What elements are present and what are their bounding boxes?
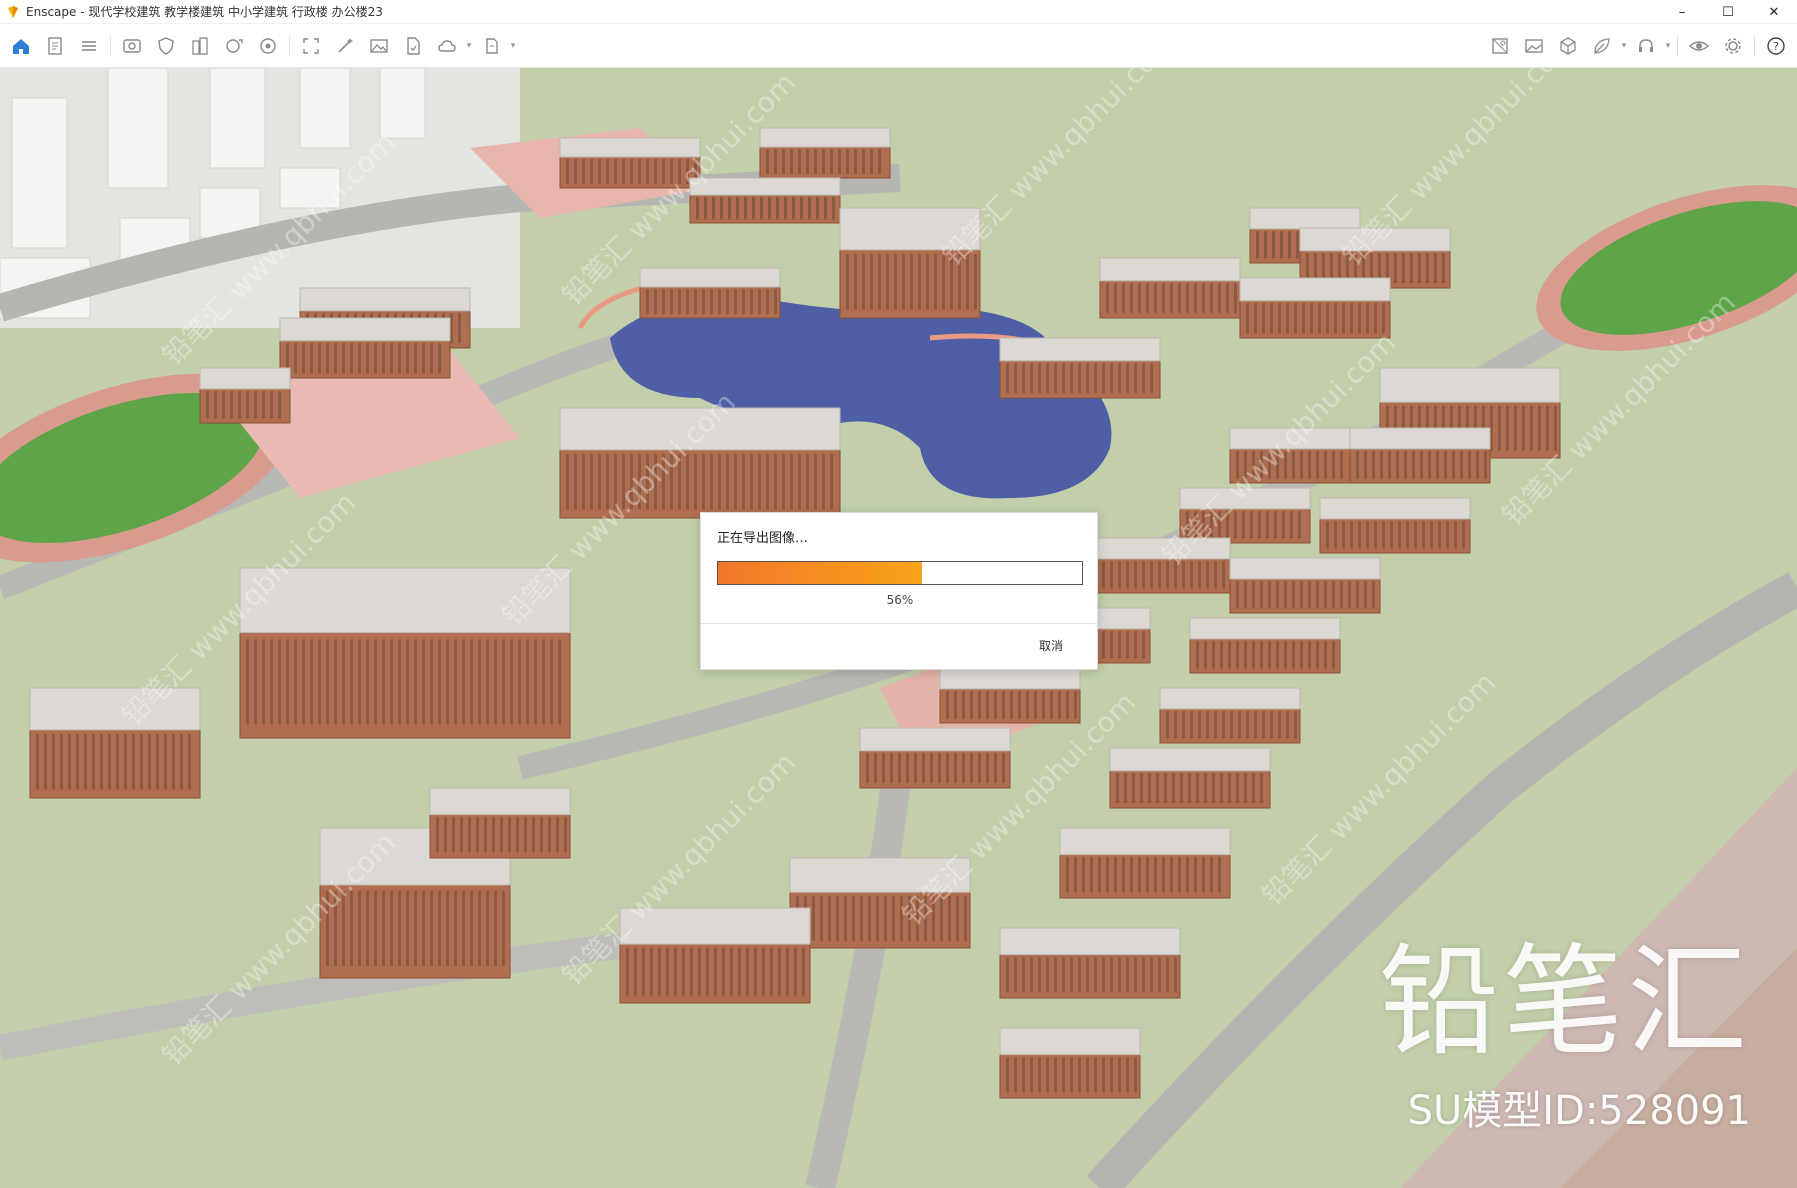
chevron-down-icon[interactable]: ▾	[508, 30, 518, 62]
toolbar-separator	[1754, 35, 1755, 57]
building-icon[interactable]	[183, 30, 217, 62]
progress-percent-label: 56%	[886, 593, 914, 607]
close-button[interactable]: ✕	[1751, 0, 1797, 24]
svg-text:?: ?	[1773, 40, 1779, 53]
leaf-icon[interactable]	[1585, 30, 1619, 62]
headset-icon[interactable]	[1629, 30, 1663, 62]
asset-library-icon[interactable]	[1483, 30, 1517, 62]
batch-icon[interactable]	[474, 30, 508, 62]
dialog-divider	[701, 623, 1097, 624]
file-export-icon[interactable]	[396, 30, 430, 62]
cloud-icon[interactable]	[430, 30, 464, 62]
toolbar: ▾ ▾ ▾ ▾ ?	[0, 24, 1797, 87]
minimize-button[interactable]: –	[1659, 0, 1705, 24]
dialog-title: 正在导出图像…	[717, 531, 809, 546]
focus-icon[interactable]	[294, 30, 328, 62]
progress-bar-fill	[718, 562, 922, 584]
toolbar-separator	[110, 35, 111, 57]
export-progress-dialog: 正在导出图像… 56% 取消	[700, 512, 1098, 670]
toolbar-separator	[289, 35, 290, 57]
window-title: Enscape - 现代学校建筑 教学楼建筑 中小学建筑 行政楼 办公楼23	[26, 5, 383, 19]
magic-icon[interactable]	[328, 30, 362, 62]
model-id-label: SU模型ID:528091	[1407, 1088, 1751, 1134]
cube-icon[interactable]	[1551, 30, 1585, 62]
chevron-down-icon[interactable]: ▾	[1663, 30, 1673, 62]
list-icon[interactable]	[72, 30, 106, 62]
image-icon[interactable]	[362, 30, 396, 62]
enscape-logo-icon	[8, 5, 18, 18]
document-icon[interactable]	[38, 30, 72, 62]
progress-bar	[717, 561, 1083, 585]
chevron-down-icon[interactable]: ▾	[464, 30, 474, 62]
home-icon[interactable]	[4, 30, 38, 62]
screenshot-icon[interactable]	[217, 30, 251, 62]
toolbar-separator	[1677, 35, 1678, 57]
title-bar: Enscape - 现代学校建筑 教学楼建筑 中小学建筑 行政楼 办公楼23 –…	[0, 0, 1797, 24]
eye-icon[interactable]	[1682, 30, 1716, 62]
cancel-button[interactable]: 取消	[1039, 637, 1063, 654]
help-icon[interactable]: ?	[1759, 30, 1793, 62]
maximize-button[interactable]: ☐	[1705, 0, 1751, 24]
settings-wheel-icon[interactable]	[251, 30, 285, 62]
view-icon[interactable]	[115, 30, 149, 62]
image-gallery-icon[interactable]	[1517, 30, 1551, 62]
shield-icon[interactable]	[149, 30, 183, 62]
gear-icon[interactable]	[1716, 30, 1750, 62]
chevron-down-icon[interactable]: ▾	[1619, 30, 1629, 62]
brand-watermark: 铅笔汇	[1379, 933, 1751, 1072]
